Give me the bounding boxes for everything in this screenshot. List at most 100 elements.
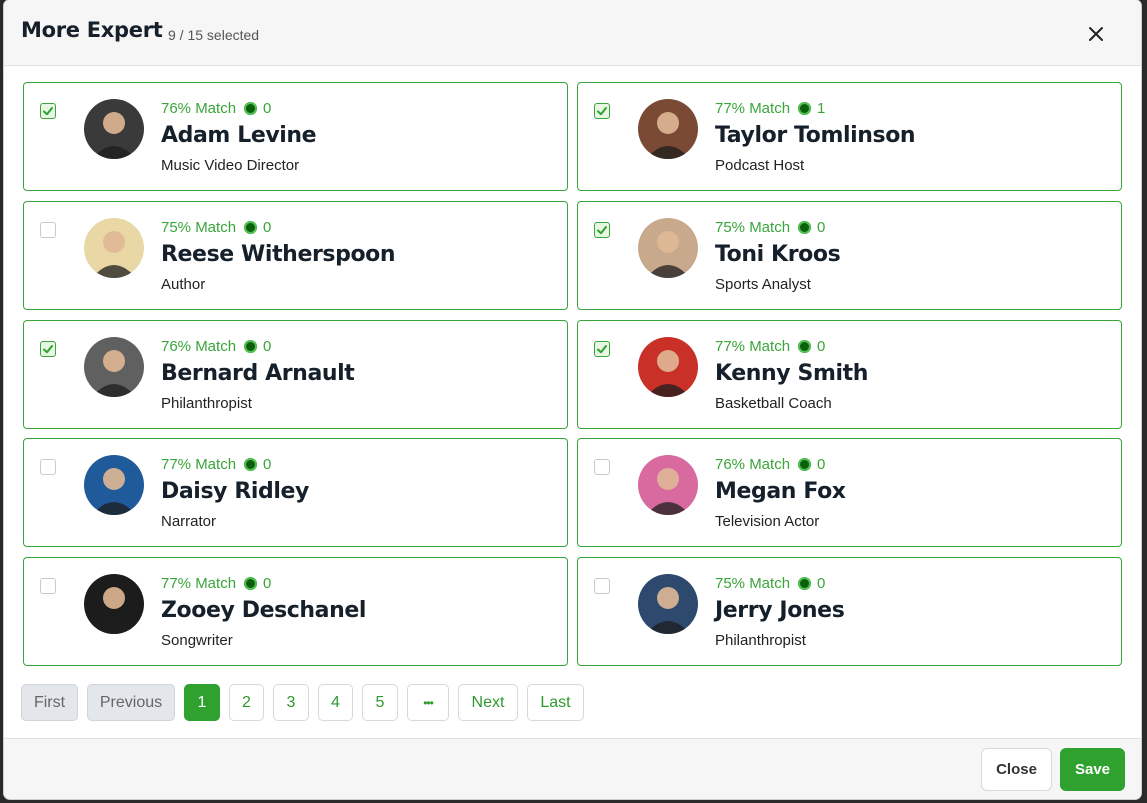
expert-name: Megan Fox xyxy=(715,479,846,504)
avatar xyxy=(84,455,144,515)
close-button[interactable]: Close xyxy=(981,748,1052,791)
expert-checkbox[interactable] xyxy=(594,222,610,238)
expert-role: Podcast Host xyxy=(715,157,805,174)
expert-name: Daisy Ridley xyxy=(161,479,309,504)
match-count: 0 xyxy=(263,100,272,117)
expert-role: Television Actor xyxy=(715,513,820,530)
expert-checkbox[interactable] xyxy=(594,459,610,475)
expert-role: Basketball Coach xyxy=(715,395,832,412)
pagination-page-2[interactable]: 2 xyxy=(229,684,264,721)
expert-role: Narrator xyxy=(161,513,217,530)
expert-card[interactable]: 75% Match 0 Reese Witherspoon Author xyxy=(23,201,568,310)
match-percent: 76% Match xyxy=(161,338,237,355)
status-dot-icon xyxy=(244,221,258,234)
status-dot-icon xyxy=(798,221,812,234)
pagination-page-4[interactable]: 4 xyxy=(318,684,353,721)
status-dot-icon xyxy=(798,340,812,353)
match-percent: 76% Match xyxy=(161,100,237,117)
expert-card[interactable]: 77% Match 0 Zooey Deschanel Songwriter xyxy=(23,557,568,666)
expert-name: Zooey Deschanel xyxy=(161,598,367,623)
check-icon xyxy=(43,345,53,354)
modal-title: More Expert xyxy=(21,18,163,42)
match-count: 0 xyxy=(817,338,826,355)
pagination-page-1[interactable]: 1 xyxy=(184,684,220,721)
status-dot-icon xyxy=(244,102,258,115)
avatar xyxy=(638,337,698,397)
status-dot-icon xyxy=(244,340,258,353)
avatar xyxy=(638,218,698,278)
expert-role: Philanthropist xyxy=(715,632,806,649)
expert-card[interactable]: 77% Match 1 Taylor Tomlinson Podcast Host xyxy=(577,82,1122,191)
expert-grid: 76% Match 0 Adam Levine Music Video Directo… xyxy=(4,66,1141,738)
status-dot-icon xyxy=(798,102,812,115)
expert-role: Philanthropist xyxy=(161,395,252,412)
pagination-previous-button[interactable]: Previous xyxy=(87,684,175,721)
avatar xyxy=(84,218,144,278)
more-expert-modal: More Expert 9 / 15 selected 76% Match 0 Ad… xyxy=(4,0,1141,799)
match-percent: 77% Match xyxy=(715,100,791,117)
match-score: 76% Match 0 xyxy=(715,456,825,473)
expert-checkbox[interactable] xyxy=(40,222,56,238)
match-score: 77% Match 0 xyxy=(161,575,271,592)
status-dot-icon xyxy=(798,577,812,590)
pagination-page-5[interactable]: 5 xyxy=(362,684,398,721)
match-count: 1 xyxy=(817,100,826,117)
expert-card[interactable]: 76% Match 0 Adam Levine Music Video Directo… xyxy=(23,82,568,191)
match-score: 76% Match 0 xyxy=(161,100,271,117)
avatar xyxy=(84,574,144,634)
expert-checkbox[interactable] xyxy=(594,341,610,357)
pagination-first-button[interactable]: First xyxy=(21,684,78,721)
check-icon xyxy=(597,226,607,235)
modal-footer: Close Save xyxy=(4,738,1141,799)
match-score: 75% Match 0 xyxy=(161,219,271,236)
expert-card[interactable]: 75% Match 0 Jerry Jones Philanthropist xyxy=(577,557,1122,666)
selection-count: 9 / 15 selected xyxy=(168,27,260,43)
close-icon[interactable] xyxy=(1084,22,1108,46)
expert-checkbox[interactable] xyxy=(40,341,56,357)
match-count: 0 xyxy=(263,575,272,592)
match-score: 75% Match 0 xyxy=(715,575,825,592)
match-score: 75% Match 0 xyxy=(715,219,825,236)
expert-name: Jerry Jones xyxy=(715,598,845,623)
expert-checkbox[interactable] xyxy=(40,578,56,594)
expert-name: Taylor Tomlinson xyxy=(715,123,916,148)
match-score: 77% Match 1 xyxy=(715,100,825,117)
avatar xyxy=(638,455,698,515)
pagination-ellipsis[interactable]: ••• xyxy=(407,684,449,721)
match-percent: 75% Match xyxy=(161,219,237,236)
expert-checkbox[interactable] xyxy=(40,459,56,475)
status-dot-icon xyxy=(244,577,258,590)
pagination-page-3[interactable]: 3 xyxy=(273,684,309,721)
avatar xyxy=(638,574,698,634)
expert-card[interactable]: 76% Match 0 Bernard Arnault Philanthropist xyxy=(23,320,568,429)
match-count: 0 xyxy=(263,219,272,236)
expert-card[interactable]: 75% Match 0 Toni Kroos Sports Analyst xyxy=(577,201,1122,310)
expert-name: Reese Witherspoon xyxy=(161,242,396,267)
expert-name: Toni Kroos xyxy=(715,242,841,267)
expert-checkbox[interactable] xyxy=(594,103,610,119)
pagination-last-button[interactable]: Last xyxy=(527,684,584,721)
match-count: 0 xyxy=(817,219,826,236)
match-percent: 76% Match xyxy=(715,456,791,473)
expert-checkbox[interactable] xyxy=(594,578,610,594)
expert-card[interactable]: 77% Match 0 Daisy Ridley Narrator xyxy=(23,438,568,547)
match-score: 77% Match 0 xyxy=(161,456,271,473)
expert-role: Music Video Director xyxy=(161,157,300,174)
expert-role: Sports Analyst xyxy=(715,276,811,293)
match-score: 77% Match 0 xyxy=(715,338,825,355)
expert-card[interactable]: 76% Match 0 Megan Fox Television Actor xyxy=(577,438,1122,547)
match-percent: 75% Match xyxy=(715,219,791,236)
expert-card[interactable]: 77% Match 0 Kenny Smith Basketball Coach xyxy=(577,320,1122,429)
check-icon xyxy=(43,107,53,116)
match-score: 76% Match 0 xyxy=(161,338,271,355)
expert-name: Kenny Smith xyxy=(715,361,868,386)
save-button[interactable]: Save xyxy=(1060,748,1125,791)
match-percent: 77% Match xyxy=(715,338,791,355)
match-count: 0 xyxy=(263,456,272,473)
expert-checkbox[interactable] xyxy=(40,103,56,119)
pagination-next-button[interactable]: Next xyxy=(458,684,518,721)
match-count: 0 xyxy=(817,575,826,592)
match-percent: 77% Match xyxy=(161,575,237,592)
expert-name: Bernard Arnault xyxy=(161,361,355,386)
check-icon xyxy=(597,107,607,116)
